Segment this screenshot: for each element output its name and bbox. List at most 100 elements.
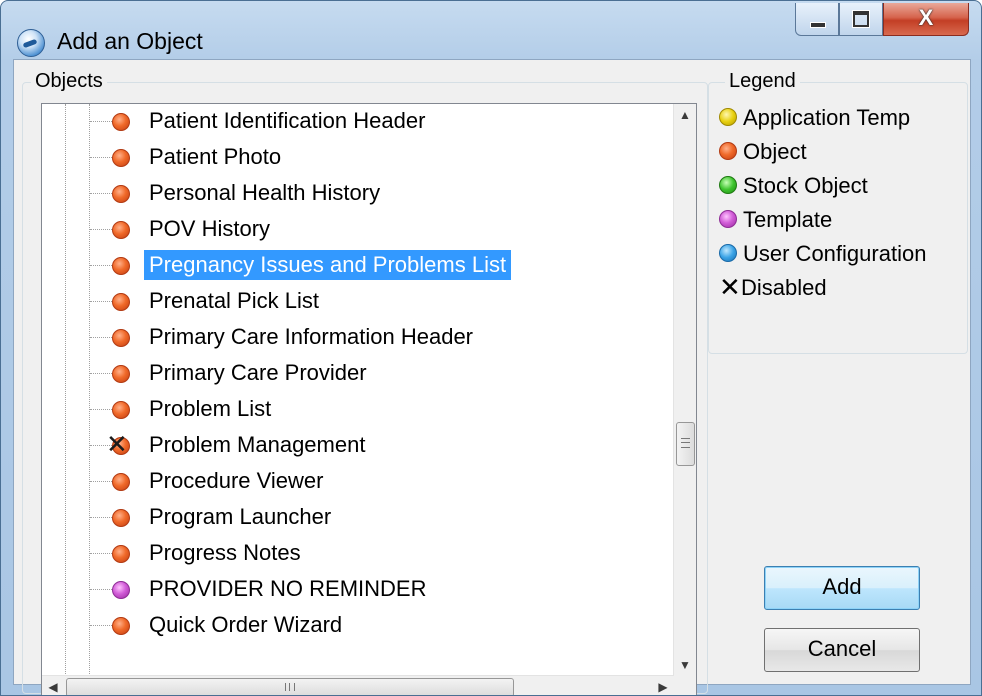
add-button[interactable]: Add — [764, 566, 920, 610]
tree-item[interactable]: PROVIDER NO REMINDER — [42, 572, 674, 607]
tree-connector-line — [90, 301, 112, 302]
caption-buttons: X — [795, 3, 969, 39]
tree-item-label: PROVIDER NO REMINDER — [149, 576, 427, 601]
tree-item-label: Pregnancy Issues and Problems List — [144, 250, 512, 280]
tree-item-label: Prenatal Pick List — [149, 288, 319, 313]
legend-item-stock-object: Stock Object — [719, 169, 868, 203]
tree-item[interactable]: ✕ Problem Management — [42, 428, 674, 463]
close-button[interactable]: X — [883, 3, 969, 36]
minimize-button[interactable] — [795, 3, 839, 36]
tree-item-label: Problem Management — [149, 432, 366, 457]
scroll-corner — [674, 676, 696, 695]
purple-dot-icon — [719, 210, 737, 229]
object-dot-icon — [112, 149, 130, 167]
tree-item[interactable]: Problem List — [42, 392, 674, 427]
tree-item[interactable]: Prenatal Pick List — [42, 284, 674, 319]
vertical-scroll-thumb[interactable] — [676, 422, 695, 466]
tree-connector-line — [90, 193, 112, 194]
green-dot-icon — [719, 176, 737, 195]
tree-item-label: Procedure Viewer — [149, 468, 324, 493]
vertical-scrollbar[interactable]: ▲ ▼ — [673, 104, 696, 676]
tree-item-label: POV History — [149, 216, 271, 241]
tree-viewport: Patient Identification Header Patient Pho… — [42, 104, 674, 676]
legend-item-application-template: Application Temp — [719, 101, 910, 135]
object-dot-icon — [112, 221, 130, 239]
tree-item-label: Primary Care Information Header — [149, 324, 474, 349]
tree-item[interactable]: Patient Identification Header — [42, 104, 674, 139]
tree-connector-line — [90, 337, 112, 338]
object-dot-icon — [112, 617, 130, 635]
yellow-dot-icon — [719, 108, 737, 127]
object-dot-icon — [112, 473, 130, 491]
tree-item-label: Primary Care Provider — [149, 360, 367, 385]
tree-item-label: Quick Order Wizard — [149, 612, 343, 637]
tree-item-label: Personal Health History — [149, 180, 381, 205]
legend-group: Legend Application Temp Object Stock Obj… — [708, 69, 968, 354]
tree-item[interactable]: Patient Photo — [42, 140, 674, 175]
tree-item[interactable]: Program Launcher — [42, 500, 674, 535]
minimize-icon — [810, 22, 826, 28]
grip-icon — [285, 683, 295, 691]
tree-item-label: Patient Photo — [149, 144, 282, 169]
template-dot-icon — [112, 581, 130, 599]
objects-group: Objects Patient Identification Header Pat… — [22, 69, 708, 695]
window-title: Add an Object — [57, 28, 203, 54]
cancel-button[interactable]: Cancel — [764, 628, 920, 672]
legend-item-user-configuration: User Configuration — [719, 237, 963, 271]
app-icon — [17, 29, 45, 57]
tree-connector-line — [90, 229, 112, 230]
tree-connector-line — [90, 625, 112, 626]
tree-connector-line — [90, 121, 112, 122]
legend-item-object: Object — [719, 135, 807, 169]
title-bar[interactable]: Add an Object X — [1, 1, 981, 59]
object-dot-icon — [112, 113, 130, 131]
horizontal-scroll-thumb[interactable] — [66, 678, 514, 695]
object-dot-icon — [112, 329, 130, 347]
close-icon: X — [918, 5, 934, 30]
tree-item-label: Program Launcher — [149, 504, 332, 529]
tree-connector-line — [90, 481, 112, 482]
tree-item[interactable]: Progress Notes — [42, 536, 674, 571]
tree-item[interactable]: Primary Care Provider — [42, 356, 674, 391]
maximize-icon — [852, 10, 870, 28]
dialog-client-area: Objects Patient Identification Header Pat… — [13, 59, 971, 695]
objects-tree[interactable]: Patient Identification Header Patient Pho… — [41, 103, 697, 695]
tree-item[interactable]: Quick Order Wizard — [42, 608, 674, 643]
scroll-up-icon[interactable]: ▲ — [674, 104, 696, 126]
object-dot-icon — [112, 257, 130, 275]
scroll-right-icon[interactable]: ▶ — [652, 676, 674, 695]
tree-item[interactable]: Personal Health History — [42, 176, 674, 211]
scroll-left-icon[interactable]: ◀ — [42, 676, 64, 695]
tree-connector-line — [90, 589, 112, 590]
tree-item-label: Progress Notes — [149, 540, 301, 565]
tree-connector-line — [90, 409, 112, 410]
object-dot-icon — [112, 365, 130, 383]
tree-connector-line — [90, 157, 112, 158]
object-dot-icon — [112, 509, 130, 527]
horizontal-scrollbar[interactable]: ◀ ▶ — [42, 675, 674, 695]
tree-connector-line — [90, 373, 112, 374]
object-dot-icon — [112, 545, 130, 563]
object-dot-icon — [112, 401, 130, 419]
x-icon: ✕ — [719, 272, 741, 303]
blue-dot-icon — [719, 244, 737, 263]
tree-item[interactable]: POV History — [42, 212, 674, 247]
scroll-down-icon[interactable]: ▼ — [674, 654, 696, 676]
tree-connector-line — [90, 517, 112, 518]
object-dot-icon — [112, 185, 130, 203]
object-dot-icon — [112, 293, 130, 311]
legend-item-disabled: ✕Disabled — [719, 272, 827, 303]
grip-icon — [681, 438, 690, 448]
legend-group-label: Legend — [725, 69, 800, 93]
disabled-x-icon: ✕ — [106, 429, 128, 459]
red-dot-icon — [719, 142, 737, 161]
tree-item-label: Problem List — [149, 396, 272, 421]
tree-connector-line — [90, 265, 112, 266]
tree-item[interactable]: Pregnancy Issues and Problems List — [42, 248, 674, 283]
legend-item-template: Template — [719, 203, 832, 237]
maximize-button[interactable] — [839, 3, 883, 36]
tree-item[interactable]: Primary Care Information Header — [42, 320, 674, 355]
objects-group-label: Objects — [31, 69, 107, 93]
tree-item-label: Patient Identification Header — [149, 108, 426, 133]
tree-item[interactable]: Procedure Viewer — [42, 464, 674, 499]
